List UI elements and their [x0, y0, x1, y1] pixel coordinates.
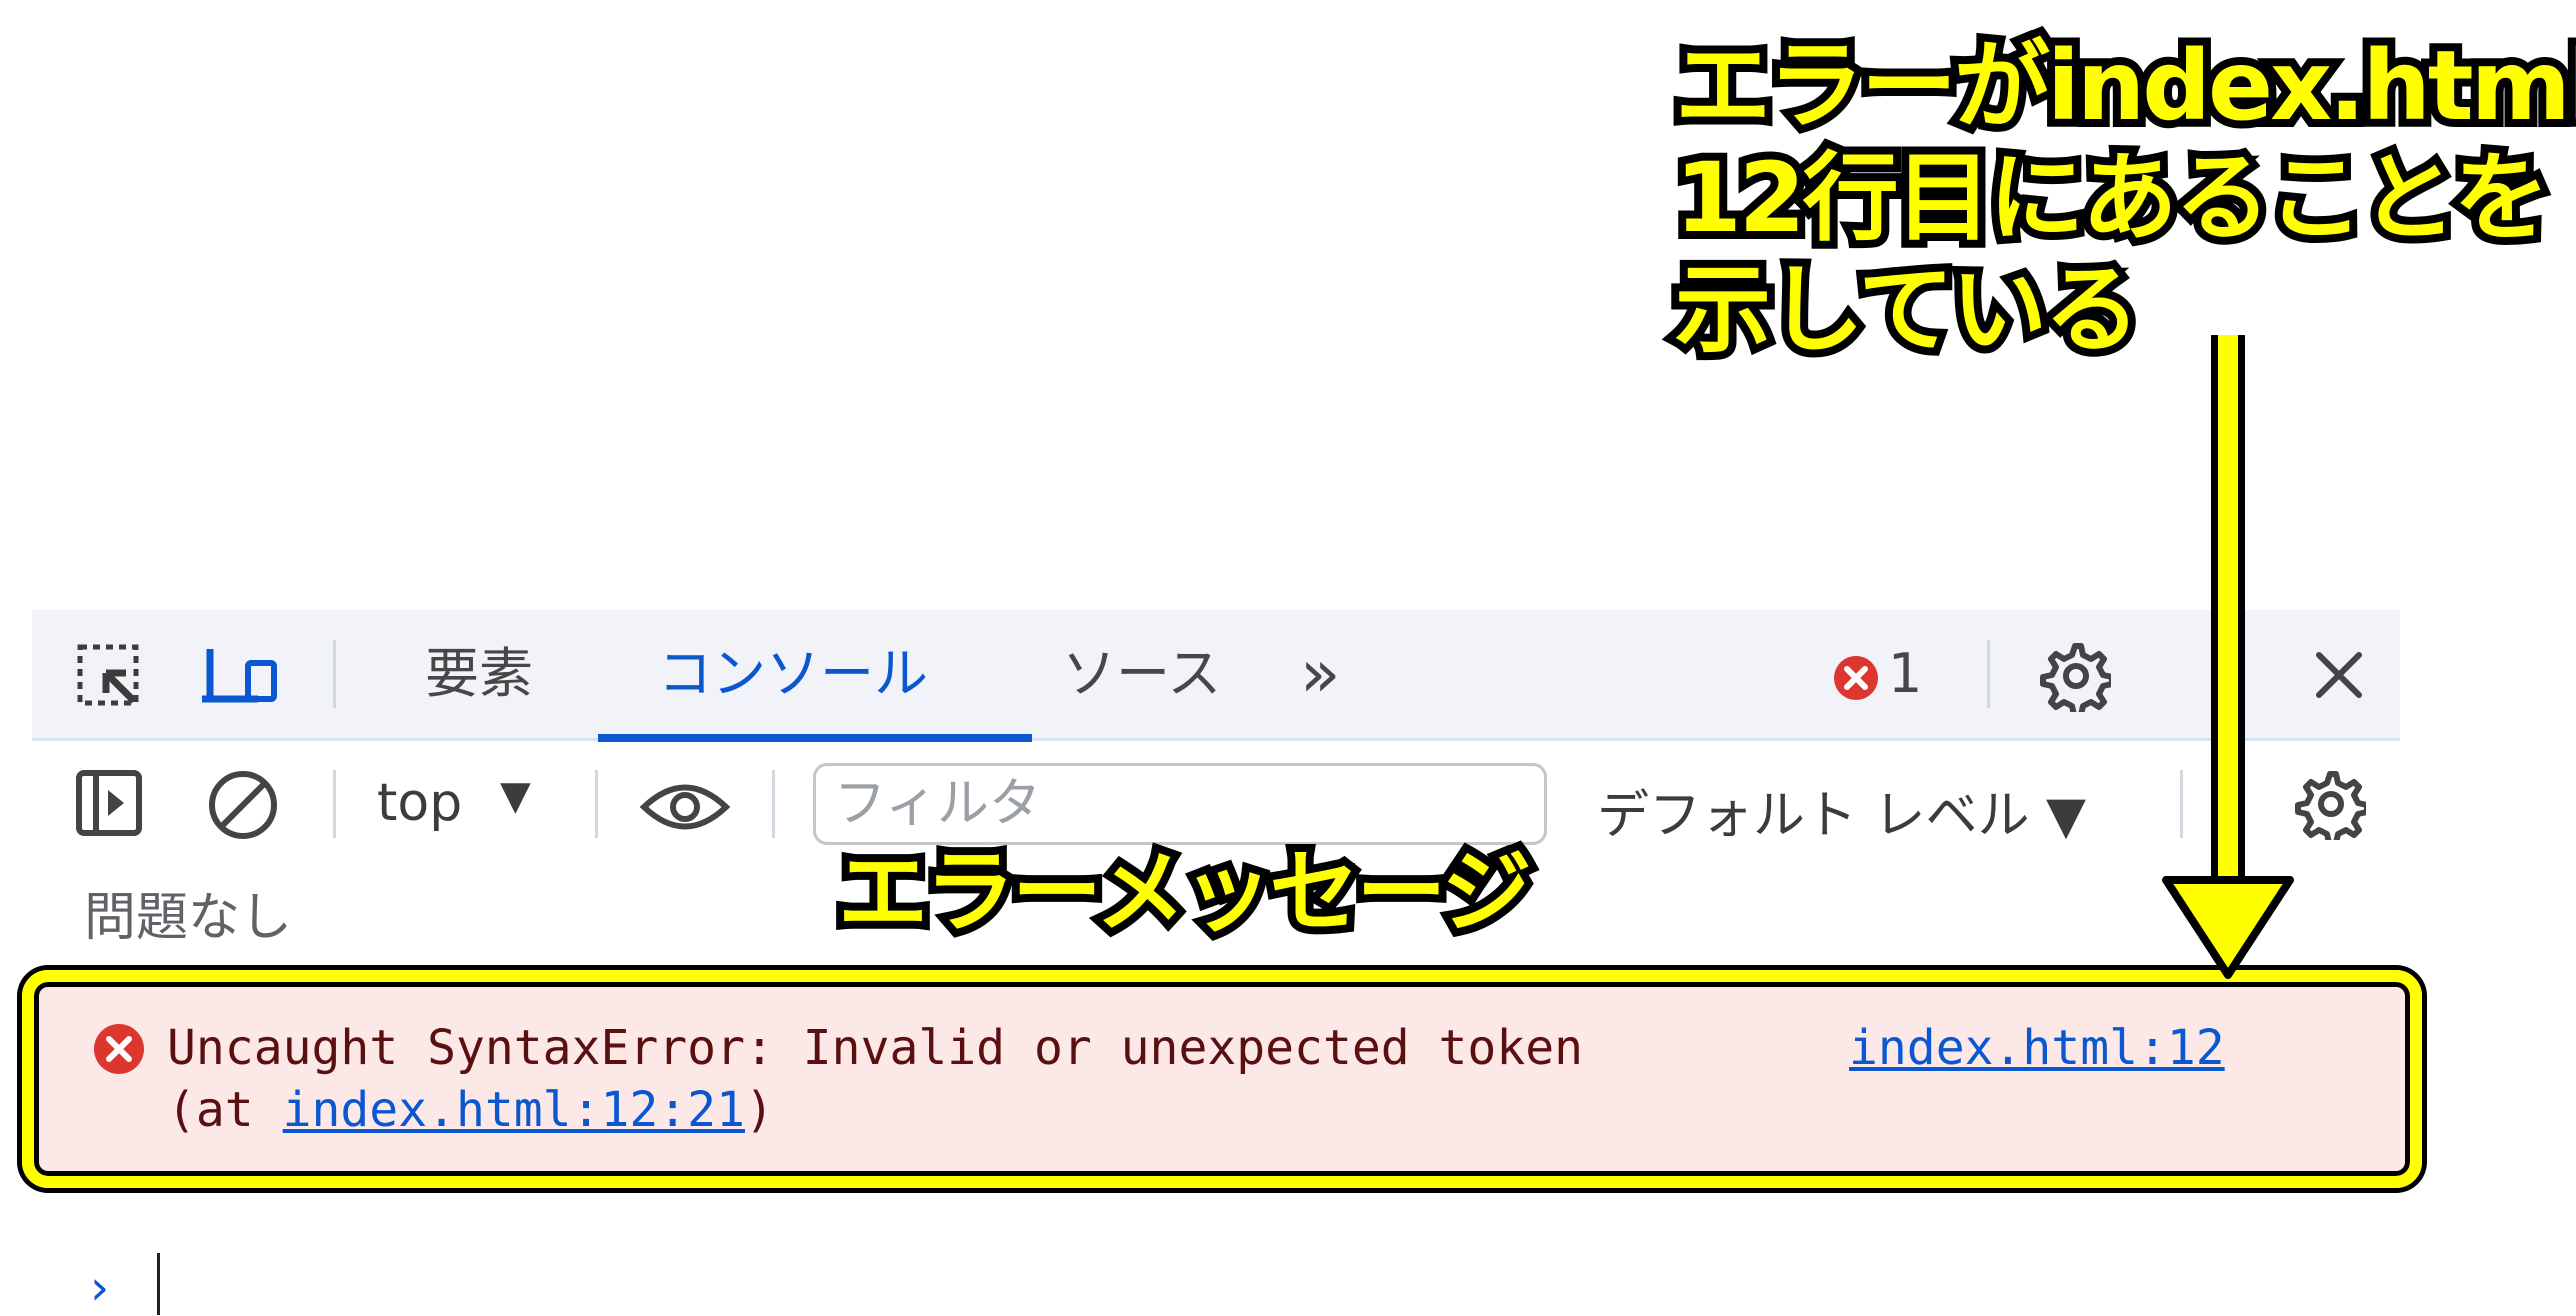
- devtools-tab-bar: 要素 コンソール ソース » 1: [32, 610, 2400, 742]
- eye-icon[interactable]: [640, 780, 730, 834]
- separator: [1987, 640, 1990, 708]
- callout-error-message: エラーメッセージ: [830, 835, 1540, 951]
- console-settings-gear-icon[interactable]: [2294, 768, 2366, 840]
- active-tab-indicator: [598, 734, 1032, 742]
- issues-status[interactable]: 問題なし: [84, 875, 292, 950]
- separator: [595, 770, 598, 838]
- close-icon[interactable]: [2314, 650, 2364, 700]
- error-count[interactable]: 1: [1888, 610, 1922, 738]
- more-tabs-button[interactable]: »: [1300, 610, 1340, 738]
- device-toolbar-icon[interactable]: [202, 643, 282, 707]
- context-selector[interactable]: top: [377, 773, 462, 833]
- chevron-down-icon[interactable]: ▼: [500, 773, 531, 819]
- separator: [333, 640, 336, 708]
- log-levels-dropdown[interactable]: デフォルト レベル ▼: [1597, 773, 2086, 848]
- kebab-menu-icon[interactable]: [2208, 640, 2232, 712]
- separator: [2180, 770, 2183, 838]
- tab-elements[interactable]: 要素: [425, 610, 533, 738]
- sidebar-toggle-icon[interactable]: [76, 770, 142, 836]
- callout-line-number: エラーがindex.htmlの 12行目にあることを 示している: [1667, 22, 2576, 374]
- callout-line-2: 12行目にあることを: [1667, 134, 2558, 262]
- inspect-element-icon[interactable]: [76, 643, 140, 707]
- separator: [772, 770, 775, 838]
- tab-console[interactable]: コンソール: [658, 610, 928, 738]
- tab-sources[interactable]: ソース: [1062, 610, 1221, 738]
- callout-line-1: エラーがindex.htmlの: [1667, 22, 2576, 150]
- devtools-panel: 要素 コンソール ソース » 1 top ▼ フィルタ デフォルト レベル ▼ …: [22, 610, 2422, 1316]
- console-prompt-icon: ›: [90, 1260, 110, 1316]
- separator: [333, 770, 336, 838]
- clear-console-icon[interactable]: [208, 770, 278, 840]
- gear-icon[interactable]: [2039, 640, 2111, 712]
- highlight-frame: [22, 970, 2422, 1188]
- callout-line-3: 示している: [1667, 246, 2148, 374]
- error-count-icon[interactable]: [1832, 654, 1880, 702]
- filter-input[interactable]: フィルタ: [813, 763, 1547, 845]
- console-input-caret[interactable]: [157, 1253, 160, 1315]
